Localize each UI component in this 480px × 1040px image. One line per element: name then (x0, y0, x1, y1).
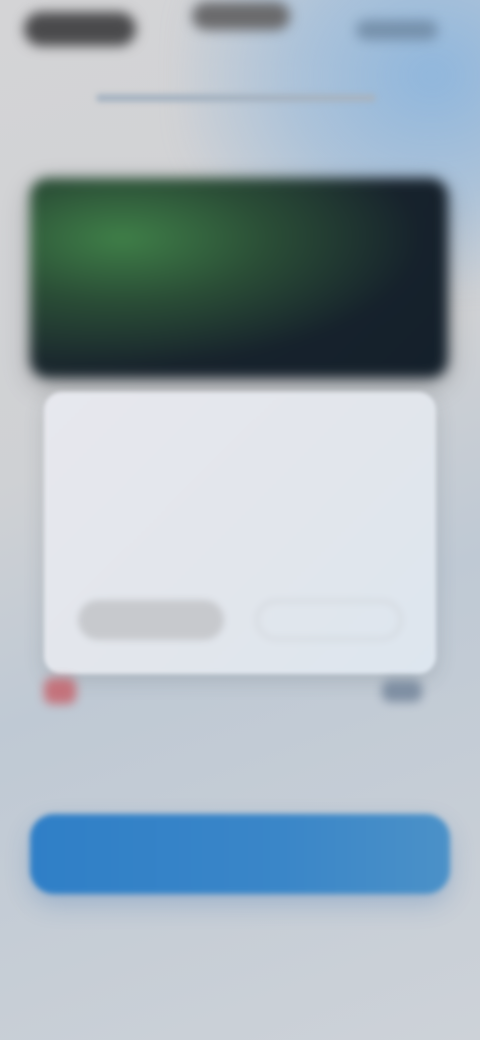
info-row[interactable] (44, 676, 436, 706)
status-notch (192, 2, 290, 30)
app-screen (0, 0, 480, 1040)
hero-image (30, 178, 448, 378)
alert-icon (44, 678, 76, 704)
page-title (0, 112, 480, 152)
continue-button[interactable] (30, 814, 450, 894)
card-primary-button[interactable] (78, 600, 224, 640)
card-secondary-button[interactable] (256, 600, 402, 640)
status-time (24, 12, 136, 46)
status-bar (0, 0, 480, 60)
header-overline (96, 94, 376, 102)
toggle-icon[interactable] (382, 680, 422, 702)
content-card (44, 392, 436, 674)
status-battery-icon (356, 20, 438, 40)
